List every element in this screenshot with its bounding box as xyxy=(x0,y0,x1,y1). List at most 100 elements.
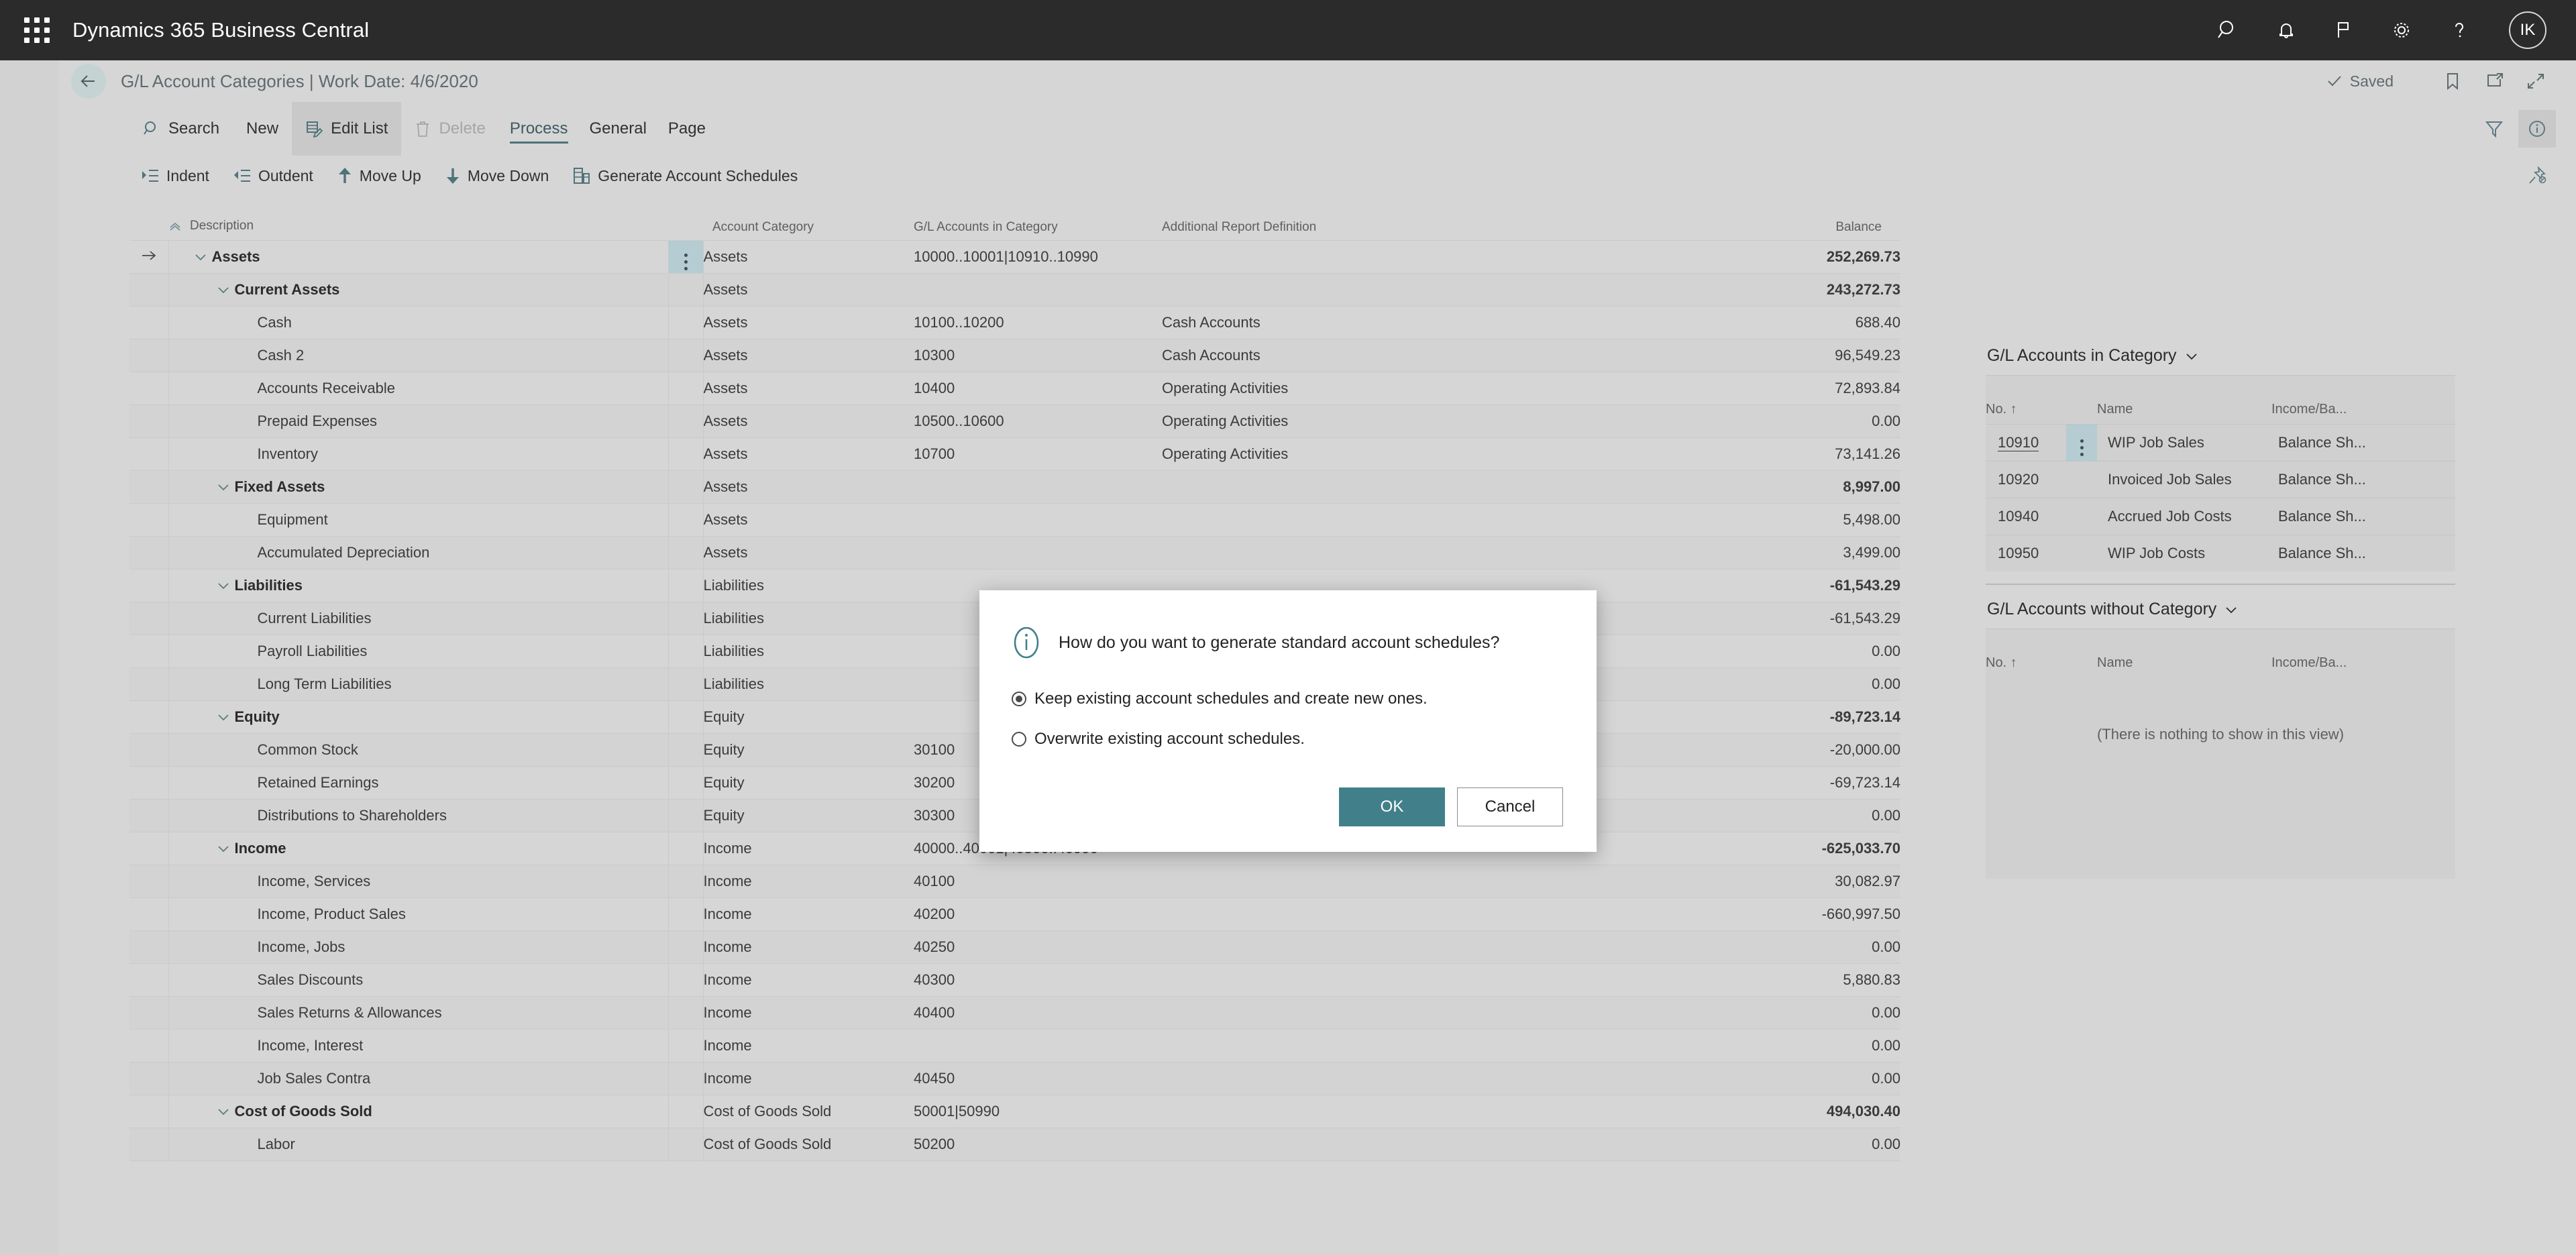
row-gl-accounts-in-category[interactable]: 10400 xyxy=(914,372,1162,405)
row-actions-cell[interactable] xyxy=(668,273,704,307)
row-actions-cell[interactable] xyxy=(668,1128,704,1161)
row-balance[interactable]: 5,498.00 xyxy=(1417,503,1900,537)
row-account-category[interactable]: Liabilities xyxy=(703,635,914,668)
back-button[interactable] xyxy=(71,64,106,99)
list-item[interactable]: 10950 WIP Job Costs Balance Sh... xyxy=(1986,535,2455,571)
table-row[interactable]: Cost of Goods Sold Cost of Goods Sold 5000… xyxy=(129,1095,1900,1128)
factbox-cell-actions[interactable] xyxy=(2066,498,2097,535)
row-balance[interactable]: 688.40 xyxy=(1417,306,1900,339)
row-actions-cell[interactable] xyxy=(668,996,704,1030)
row-gl-accounts-in-category[interactable] xyxy=(914,1029,1162,1062)
row-actions-cell[interactable] xyxy=(668,897,704,931)
row-gl-accounts-in-category[interactable]: 10700 xyxy=(914,437,1162,471)
row-balance[interactable]: 96,549.23 xyxy=(1417,339,1900,372)
row-actions-cell[interactable] xyxy=(668,339,704,372)
factbox-header-name[interactable]: Name xyxy=(2097,629,2271,677)
row-expand-chevron[interactable] xyxy=(212,581,235,590)
row-account-category[interactable]: Assets xyxy=(703,503,914,537)
row-gl-accounts-in-category[interactable] xyxy=(914,536,1162,569)
row-account-category[interactable]: Equity xyxy=(703,799,914,832)
row-account-category[interactable]: Income xyxy=(703,1029,914,1062)
list-item[interactable]: 10910 WIP Job Sales Balance Sh... xyxy=(1986,424,2455,461)
row-gl-accounts-in-category[interactable] xyxy=(914,273,1162,307)
indent-button[interactable]: Indent xyxy=(129,167,221,185)
bell-icon[interactable] xyxy=(2271,15,2301,45)
row-balance[interactable]: 30,082.97 xyxy=(1417,865,1900,898)
dialog-option-keep-existing[interactable]: Keep existing account schedules and crea… xyxy=(1012,690,1559,708)
grid-header-balance[interactable]: Balance xyxy=(1417,196,1900,241)
row-additional-report-definition[interactable]: Cash Accounts xyxy=(1162,339,1417,372)
row-actions-cell[interactable] xyxy=(668,832,704,865)
row-actions-cell[interactable] xyxy=(668,1029,704,1062)
row-balance[interactable]: 8,997.00 xyxy=(1417,470,1900,504)
row-balance[interactable]: 0.00 xyxy=(1417,1128,1900,1161)
row-balance[interactable]: 494,030.40 xyxy=(1417,1095,1900,1128)
row-description-cell[interactable]: Cash 2 xyxy=(168,339,669,372)
list-item[interactable]: 10920 Invoiced Job Sales Balance Sh... xyxy=(1986,461,2455,498)
row-actions-cell[interactable] xyxy=(668,470,704,504)
table-row[interactable]: Fixed Assets Assets 8,997.00 xyxy=(129,470,1900,504)
row-balance[interactable]: 73,141.26 xyxy=(1417,437,1900,471)
row-actions-cell[interactable] xyxy=(668,306,704,339)
factbox-header-no[interactable]: No. ↑ xyxy=(1986,376,2066,425)
row-description-cell[interactable]: Equipment xyxy=(168,503,669,537)
factbox-header-income-balance[interactable]: Income/Ba... xyxy=(2271,376,2455,425)
table-row[interactable]: Cash Assets 10100..10200 Cash Accounts 688.4… xyxy=(129,306,1900,339)
grid-header-account-category[interactable]: Account Category xyxy=(703,196,914,241)
table-row[interactable]: Accumulated Depreciation Assets 3,499.00 xyxy=(129,536,1900,569)
generate-account-schedules-button[interactable]: Generate Account Schedules xyxy=(561,167,810,185)
outdent-button[interactable]: Outdent xyxy=(221,167,325,185)
factbox-cell-no[interactable]: 10910 xyxy=(1986,424,2066,461)
cancel-button[interactable]: Cancel xyxy=(1457,787,1563,826)
row-description-cell[interactable]: Accounts Receivable xyxy=(168,372,669,405)
gear-icon[interactable] xyxy=(2387,15,2416,45)
unpin-icon[interactable] xyxy=(2518,157,2556,195)
row-description-cell[interactable]: Accumulated Depreciation xyxy=(168,536,669,569)
ribbon-new-button[interactable]: New xyxy=(233,102,292,156)
row-gl-accounts-in-category[interactable]: 40300 xyxy=(914,963,1162,997)
ok-button[interactable]: OK xyxy=(1339,787,1445,826)
factbox-cell-actions[interactable] xyxy=(2066,535,2097,571)
chevron-down-icon[interactable] xyxy=(217,844,230,853)
row-expand-chevron[interactable] xyxy=(212,285,235,294)
factbox-cell-no[interactable]: 10950 xyxy=(1986,535,2066,571)
row-additional-report-definition[interactable] xyxy=(1162,1095,1417,1128)
row-menu-icon[interactable] xyxy=(684,254,688,270)
row-description-cell[interactable]: Retained Earnings xyxy=(168,766,669,800)
row-actions-cell[interactable] xyxy=(668,667,704,701)
table-row[interactable]: Cash 2 Assets 10300 Cash Accounts 96,549.23 xyxy=(129,339,1900,372)
row-gl-accounts-in-category[interactable]: 50200 xyxy=(914,1128,1162,1161)
factbox-header-no[interactable]: No. ↑ xyxy=(1986,629,2066,677)
table-row[interactable]: Sales Discounts Income 40300 5,880.83 xyxy=(129,963,1900,997)
row-account-category[interactable]: Assets xyxy=(703,470,914,504)
table-row[interactable]: Income, Services Income 40100 30,082.97 xyxy=(129,865,1900,898)
row-description-cell[interactable]: Payroll Liabilities xyxy=(168,635,669,668)
row-additional-report-definition[interactable] xyxy=(1162,865,1417,898)
row-additional-report-definition[interactable] xyxy=(1162,503,1417,537)
factbox-section-title[interactable]: G/L Accounts without Category xyxy=(1986,585,2455,629)
row-actions-cell[interactable] xyxy=(668,1095,704,1128)
row-account-category[interactable]: Income xyxy=(703,996,914,1030)
row-additional-report-definition[interactable] xyxy=(1162,963,1417,997)
row-additional-report-definition[interactable] xyxy=(1162,1029,1417,1062)
row-account-category[interactable]: Equity xyxy=(703,733,914,767)
ribbon-delete-button[interactable]: Delete xyxy=(401,102,498,156)
avatar[interactable]: IK xyxy=(2509,11,2546,49)
row-account-category[interactable]: Liabilities xyxy=(703,667,914,701)
row-description-cell[interactable]: Current Assets xyxy=(168,273,669,307)
chevron-down-icon[interactable] xyxy=(217,482,230,492)
row-gl-accounts-in-category[interactable]: 10100..10200 xyxy=(914,306,1162,339)
row-account-category[interactable]: Cost of Goods Sold xyxy=(703,1128,914,1161)
row-actions-cell[interactable] xyxy=(668,569,704,602)
row-actions-cell[interactable] xyxy=(668,372,704,405)
bookmark-icon[interactable] xyxy=(2439,68,2466,95)
list-item[interactable]: 10940 Accrued Job Costs Balance Sh... xyxy=(1986,498,2455,535)
app-launcher-icon[interactable] xyxy=(21,15,52,46)
row-actions-cell[interactable] xyxy=(668,404,704,438)
row-account-category[interactable]: Equity xyxy=(703,766,914,800)
row-gl-accounts-in-category[interactable]: 40450 xyxy=(914,1062,1162,1095)
row-actions-cell[interactable] xyxy=(668,963,704,997)
row-account-category[interactable]: Liabilities xyxy=(703,602,914,635)
row-additional-report-definition[interactable]: Operating Activities xyxy=(1162,404,1417,438)
row-account-category[interactable]: Assets xyxy=(703,404,914,438)
